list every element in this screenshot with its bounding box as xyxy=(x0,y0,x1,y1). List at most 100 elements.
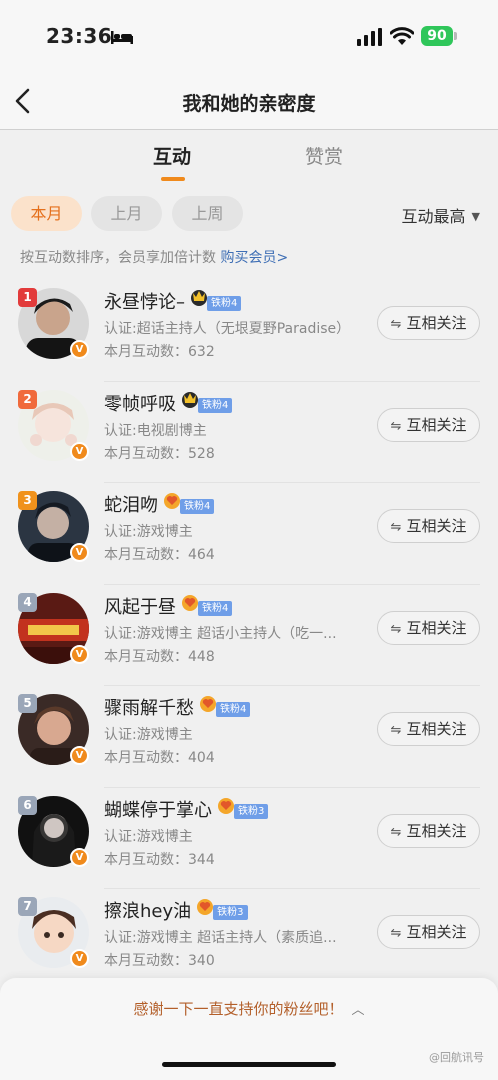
mutual-arrows-icon: ⇋ xyxy=(390,520,402,535)
crown-icon xyxy=(182,391,198,408)
mutual-arrows-icon: ⇋ xyxy=(390,418,402,434)
page-title: 我和她的亲密度 xyxy=(182,93,316,115)
thanks-prompt[interactable]: 感谢一下一直支持你的粉丝吧！ ︿ xyxy=(0,998,498,1019)
list-item[interactable]: 1 V 永昼悖论– 铁粉4 认证:超话主持人（无垠夏野Paradise） 本月互动… xyxy=(0,280,498,382)
rank-badge: 7 xyxy=(18,897,37,916)
certification-text: 认证:游戏博主 超话主持人（素质追... xyxy=(104,930,337,946)
list-item[interactable]: 7 V 擦浪hey油 铁粉3 认证:游戏博主 超话主持人（素质追... 本月互动数… xyxy=(0,889,498,991)
follow-label: 互相关注 xyxy=(406,517,467,535)
mutual-follow-button[interactable]: ⇋ 互相关注 xyxy=(377,407,480,442)
fan-level-tag: 铁粉3 xyxy=(234,803,269,819)
follow-label: 互相关注 xyxy=(406,720,467,738)
list-item[interactable]: 3 V 蛇泪吻 铁粉4 认证:游戏博主 本月互动数：464 ⇋ 互相关注 xyxy=(0,483,498,585)
rank-badge: 3 xyxy=(18,491,37,510)
certification-text: 认证:游戏博主 超话小主持人（吃一... xyxy=(104,625,337,642)
fan-level-badge: 铁粉4 xyxy=(189,290,242,311)
mutual-arrows-icon: ⇋ xyxy=(390,926,402,941)
rank-badge: 5 xyxy=(18,694,37,713)
fan-name[interactable]: 蛇泪吻 xyxy=(104,495,158,516)
filter-last-week[interactable]: 上周 xyxy=(172,196,243,231)
fan-name-row: 擦浪hey油 铁粉3 xyxy=(104,897,248,923)
rank-badge: 6 xyxy=(18,795,37,815)
fan-name-row: 永昼悖论– 铁粉4 xyxy=(104,288,242,314)
follow-label: 互相关注 xyxy=(406,618,467,637)
fan-level-badge: 铁粉4 xyxy=(198,696,251,717)
fan-list: 1 V 永昼悖论– 铁粉4 认证:超话主持人（无垠夏野Paradise） 本月互动… xyxy=(0,280,498,991)
sort-dropdown[interactable]: 互动最高 ▼ xyxy=(402,203,480,227)
fan-name[interactable]: 擦浪hey油 xyxy=(104,901,191,922)
mutual-follow-button[interactable]: ⇋ 互相关注 xyxy=(377,813,480,848)
follow-label: 互相关注 xyxy=(406,923,467,941)
mutual-follow-button[interactable]: ⇋ 互相关注 xyxy=(377,610,480,645)
interaction-count: 本月互动数：632 xyxy=(104,344,215,360)
interaction-count: 本月互动数：404 xyxy=(104,750,215,766)
fan-level-badge: 铁粉3 xyxy=(195,899,248,920)
follow-label: 互相关注 xyxy=(406,314,467,332)
home-indicator[interactable] xyxy=(162,1062,336,1067)
verified-icon: V xyxy=(70,543,89,562)
certification-text: 认证:电视剧博主 xyxy=(104,422,207,439)
follow-label: 互相关注 xyxy=(406,415,467,434)
fan-name[interactable]: 风起于昼 xyxy=(104,597,176,618)
mutual-follow-button[interactable]: ⇋ 互相关注 xyxy=(377,306,480,340)
heart-crown-icon xyxy=(197,899,214,915)
status-bar: 23:36 90 xyxy=(0,0,498,72)
mutual-arrows-icon: ⇋ xyxy=(390,621,402,637)
list-item[interactable]: 4 V 风起于昼 铁粉4 认证:游戏博主 超话小主持人（吃一... 本月互动数：4… xyxy=(0,585,498,686)
ranking-hint: 按互动数排序，会员享加倍计数 购买会员> xyxy=(20,247,288,267)
battery-tip xyxy=(454,32,457,40)
follow-label: 互相关注 xyxy=(406,821,467,840)
fan-name[interactable]: 永昼悖论– xyxy=(104,292,185,313)
fan-name[interactable]: 骤雨解千愁 xyxy=(104,698,194,719)
fan-level-tag: 铁粉4 xyxy=(216,702,251,717)
heart-crown-icon xyxy=(182,594,198,611)
list-item[interactable]: 2 V 零帧呼吸 铁粉4 认证:电视剧博主 本月互动数：528 ⇋ 互相关注 xyxy=(0,382,498,483)
verified-icon: V xyxy=(70,644,89,664)
interaction-count: 本月互动数：340 xyxy=(104,953,215,969)
fan-name[interactable]: 零帧呼吸 xyxy=(104,394,176,415)
certification-text: 认证:超话主持人（无垠夏野Paradise） xyxy=(104,321,351,337)
heart-crown-icon xyxy=(200,696,216,712)
fan-name-row: 零帧呼吸 铁粉4 xyxy=(104,390,233,416)
hint-text: 按互动数排序，会员享加倍计数 xyxy=(20,250,221,266)
tab-reward[interactable]: 赞赏 xyxy=(305,142,343,169)
wifi-icon xyxy=(390,27,414,45)
fan-level-tag: 铁粉4 xyxy=(180,499,215,514)
verified-icon: V xyxy=(70,746,89,765)
tab-interaction[interactable]: 互动 xyxy=(153,142,191,169)
heart-crown-icon xyxy=(218,797,234,814)
tab-bar: 互动 赞赏 xyxy=(0,130,498,181)
interaction-count: 本月互动数：344 xyxy=(104,851,215,868)
interaction-count: 本月互动数：528 xyxy=(104,445,215,462)
status-time: 23:36 xyxy=(46,24,113,48)
cellular-signal-icon xyxy=(357,28,382,46)
verified-icon: V xyxy=(70,949,89,968)
verified-icon: V xyxy=(70,847,89,867)
filter-last-month[interactable]: 上月 xyxy=(91,196,162,231)
verified-icon: V xyxy=(70,441,89,461)
watermark: @回航讯号 xyxy=(429,1051,484,1064)
thanks-panel[interactable]: 感谢一下一直支持你的粉丝吧！ ︿ @回航讯号 xyxy=(0,978,498,1080)
buy-membership-link[interactable]: 购买会员> xyxy=(220,250,288,266)
filter-this-month[interactable]: 本月 xyxy=(11,196,82,231)
certification-text: 认证:游戏博主 xyxy=(104,524,193,540)
mutual-follow-button[interactable]: ⇋ 互相关注 xyxy=(377,712,480,746)
sort-label: 互动最高 xyxy=(401,207,466,226)
fan-name[interactable]: 蝴蝶停于掌心 xyxy=(104,800,212,821)
period-filters: 本月 上月 上周 互动最高 ▼ xyxy=(0,196,498,232)
fan-level-tag: 铁粉4 xyxy=(198,600,233,616)
fan-name-row: 蛇泪吻 铁粉4 xyxy=(104,491,215,517)
fan-level-badge: 铁粉3 xyxy=(216,797,269,819)
tab-active-indicator xyxy=(161,177,185,181)
list-item[interactable]: 6 V 蝴蝶停于掌心 铁粉3 认证:游戏博主 本月互动数：344 ⇋ 互相关注 xyxy=(0,788,498,889)
fan-level-badge: 铁粉4 xyxy=(180,391,233,413)
mutual-follow-button[interactable]: ⇋ 互相关注 xyxy=(377,915,480,949)
fan-level-tag: 铁粉4 xyxy=(198,397,233,413)
certification-text: 认证:游戏博主 xyxy=(104,828,193,845)
heart-crown-icon xyxy=(164,493,180,509)
list-item[interactable]: 5 V 骤雨解千愁 铁粉4 认证:游戏博主 本月互动数：404 ⇋ 互相关注 xyxy=(0,686,498,788)
fan-name-row: 蝴蝶停于掌心 铁粉3 xyxy=(104,796,269,822)
rank-badge: 2 xyxy=(18,389,37,409)
mutual-follow-button[interactable]: ⇋ 互相关注 xyxy=(377,509,480,543)
nav-bar: 我和她的亲密度 xyxy=(0,72,498,130)
